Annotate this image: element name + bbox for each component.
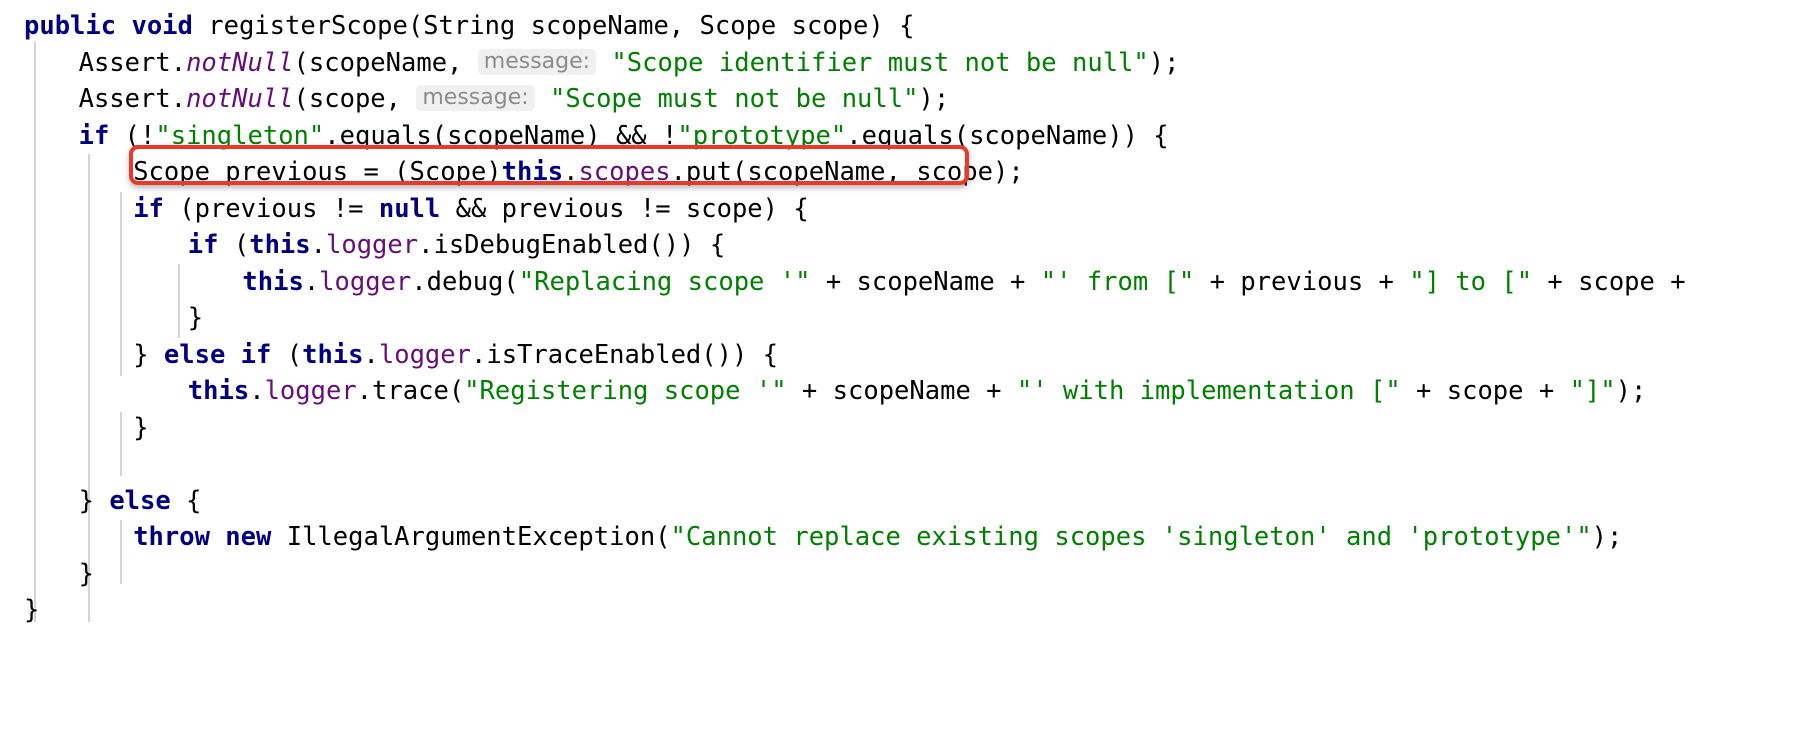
code-token-plain: . xyxy=(310,230,326,260)
code-token-plain: Assert. xyxy=(78,47,187,78)
code-token-plain: { xyxy=(186,485,202,516)
code-token-plain: && previous != scope) { xyxy=(440,193,809,224)
code-token-plain: ( xyxy=(286,339,303,370)
code-token-str: "] to [" xyxy=(1409,266,1533,297)
code-token-plain: (scopeName, xyxy=(293,47,478,78)
code-token-str: "' with implementation [" xyxy=(1016,376,1401,406)
code-line[interactable]: Scope previous = (Scope)this.scopes.put(… xyxy=(0,154,1024,191)
code-token-plain: ); xyxy=(1591,522,1623,552)
code-token-plain: .equals(scopeName)) { xyxy=(846,120,1169,151)
code-token-plain: .equals(scopeName) && ! xyxy=(324,120,678,151)
code-token-plain: ( xyxy=(233,230,250,260)
code-line[interactable]: Assert.notNull(scope, message: "Scope mu… xyxy=(0,81,950,118)
code-token-plain: + scopeName + xyxy=(786,376,1017,406)
code-token-plain: . xyxy=(563,157,579,187)
code-token-plain: Assert. xyxy=(78,84,187,114)
code-token-plain: + scopeName + xyxy=(810,266,1041,297)
code-token-str: "Replacing scope '" xyxy=(518,266,811,297)
code-line[interactable]: } xyxy=(0,300,203,337)
code-token-str: "Registering scope '" xyxy=(464,376,787,406)
code-line[interactable]: public void registerScope(String scopeNa… xyxy=(0,8,914,45)
code-token-str: "' from [" xyxy=(1040,266,1195,297)
code-token-str: "Scope must not be null" xyxy=(550,84,919,114)
code-token-kw: else xyxy=(109,485,187,516)
code-line[interactable]: Assert.notNull(scopeName, message: "Scop… xyxy=(0,45,1180,82)
code-token-plain: Scope previous = (Scope) xyxy=(133,157,502,187)
code-token-stat: notNull xyxy=(186,84,294,114)
code-token-plain: IllegalArgumentException( xyxy=(286,522,671,552)
code-editor-viewport[interactable]: public void registerScope(String scopeNa… xyxy=(0,0,1796,732)
code-line[interactable] xyxy=(0,446,24,483)
code-line[interactable]: if (previous != null && previous != scop… xyxy=(0,191,809,228)
code-token-fld: logger xyxy=(378,339,471,370)
code-token-plain: registerScope(String scopeName, Scope sc… xyxy=(208,11,915,41)
code-line[interactable]: } else { xyxy=(0,483,202,520)
code-token-plain: . xyxy=(303,266,320,297)
code-line[interactable]: if (this.logger.isDebugEnabled()) { xyxy=(0,227,725,264)
code-token-plain: .put(scopeName, scope); xyxy=(670,157,1024,187)
code-token-plain: } xyxy=(78,485,110,516)
code-token-kw: public void xyxy=(24,11,209,41)
code-token-plain: .isTraceEnabled()) { xyxy=(471,339,779,370)
code-token-fld: logger xyxy=(319,266,412,297)
code-token-kw: this xyxy=(242,266,304,297)
code-token-plain: .isDebugEnabled()) { xyxy=(418,230,726,260)
inline-parameter-hint[interactable]: message: xyxy=(416,85,535,111)
code-token-kw: this xyxy=(501,157,564,187)
code-token-str: "Cannot replace existing scopes 'singlet… xyxy=(670,522,1592,552)
code-token-plain: } xyxy=(24,595,40,625)
code-token-plain: } xyxy=(133,412,149,443)
code-line[interactable]: } xyxy=(0,592,39,629)
code-token-stat: notNull xyxy=(186,47,294,78)
code-token-kw: this xyxy=(302,339,364,370)
code-token-kw: null xyxy=(378,193,441,224)
inline-parameter-hint[interactable]: message: xyxy=(477,48,597,75)
code-text-area[interactable]: public void registerScope(String scopeNa… xyxy=(0,0,1796,732)
code-token-plain: (scope, xyxy=(293,84,417,114)
code-token-plain: + scope + xyxy=(1400,376,1570,406)
code-token-kw: this xyxy=(187,376,250,406)
code-token-fld: scopes xyxy=(578,157,671,187)
code-line[interactable]: } xyxy=(0,556,94,593)
code-token-plain: . xyxy=(363,339,379,370)
code-token-fld: logger xyxy=(264,376,357,406)
code-token-kw: else if xyxy=(163,339,287,370)
code-token-plain: } xyxy=(187,303,204,333)
code-token-kw: this xyxy=(249,230,311,260)
code-token-str: "Scope identifier must not be null" xyxy=(611,47,1149,78)
code-token-str: "prototype" xyxy=(677,120,847,151)
code-token-plain: ); xyxy=(1615,376,1647,406)
code-token-plain: .trace( xyxy=(356,376,465,406)
code-line[interactable]: this.logger.debug("Replacing scope '" + … xyxy=(0,264,1686,301)
code-line[interactable]: throw new IllegalArgumentException("Cann… xyxy=(0,519,1622,556)
code-line[interactable]: } xyxy=(0,410,149,447)
code-token-str: "singleton" xyxy=(155,120,325,151)
code-token-plain: } xyxy=(78,558,94,589)
code-token-kw: if xyxy=(78,120,125,151)
code-token-plain: . xyxy=(249,376,265,406)
code-token-plain: ); xyxy=(918,84,950,114)
code-token-str: "]" xyxy=(1569,376,1616,406)
code-line[interactable]: this.logger.trace("Registering scope '" … xyxy=(0,373,1647,410)
code-token-kw: if xyxy=(133,193,180,224)
code-line[interactable]: if (!"singleton".equals(scopeName) && !"… xyxy=(0,118,1169,155)
code-line[interactable]: } else if (this.logger.isTraceEnabled())… xyxy=(0,337,778,374)
code-token-plain: (previous != xyxy=(179,193,379,224)
code-token-plain: (! xyxy=(124,120,156,151)
code-token-plain: } xyxy=(133,339,164,370)
code-token-plain: .debug( xyxy=(411,266,519,297)
code-token-kw: throw new xyxy=(133,522,287,552)
code-token-fld: logger xyxy=(326,230,419,260)
code-token-plain: ); xyxy=(1148,47,1180,78)
code-token-plain: + scope + xyxy=(1532,266,1686,297)
code-token-plain: + previous + xyxy=(1194,266,1410,297)
code-token-kw: if xyxy=(187,230,234,260)
